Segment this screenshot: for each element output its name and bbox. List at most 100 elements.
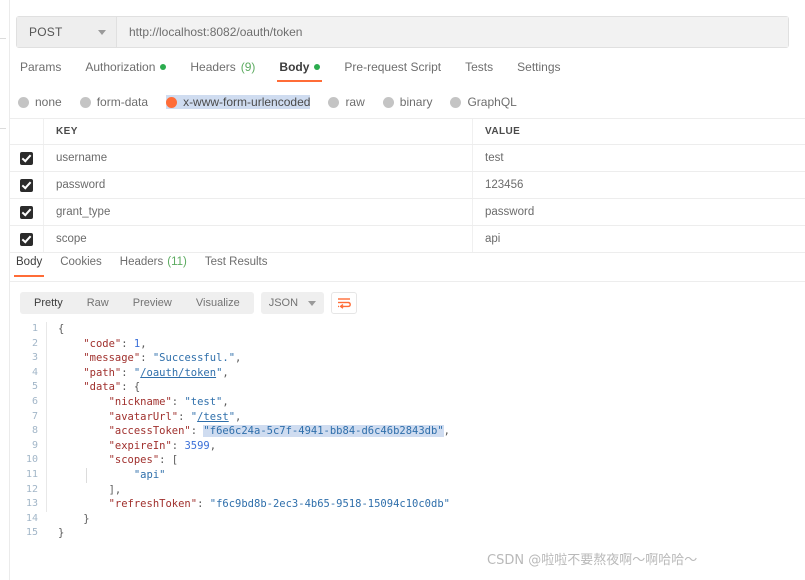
- body-type-form-data[interactable]: form-data: [79, 95, 149, 109]
- response-body-code[interactable]: 1{2 "code": 1, 3 "message": "Successful."…: [10, 322, 805, 560]
- row-checkbox[interactable]: [20, 232, 33, 246]
- line-number: 8: [31, 425, 38, 437]
- response-tab-test-results[interactable]: Test Results: [196, 256, 277, 276]
- code-token: ,: [140, 337, 147, 350]
- code-token: :: [140, 352, 153, 365]
- http-method-select[interactable]: POST: [17, 17, 117, 47]
- viewer-mode-raw[interactable]: Raw: [75, 293, 121, 313]
- body-type-x-www-form-urlencoded[interactable]: x-www-form-urlencoded: [166, 95, 311, 109]
- tab-count-badge: (9): [240, 60, 256, 74]
- tab-label: Tests: [465, 60, 494, 74]
- code-line-text[interactable]: "api": [46, 468, 805, 483]
- code-line: 15}: [10, 526, 805, 541]
- table-row: scope api: [10, 226, 805, 253]
- row-key-input[interactable]: username: [44, 145, 473, 171]
- code-token: "scopes": [108, 454, 160, 467]
- code-token: "data": [83, 381, 122, 394]
- tab-label: Pre-request Script: [344, 60, 442, 74]
- row-value-input[interactable]: test: [473, 145, 805, 171]
- code-line-text[interactable]: "expireIn": 3599,: [46, 439, 805, 454]
- tab-label: Authorization: [85, 60, 156, 74]
- request-tab-tests[interactable]: Tests: [453, 60, 505, 82]
- code-token: "test": [184, 395, 223, 408]
- code-token: ,: [235, 410, 242, 423]
- request-url-input[interactable]: http://localhost:8082/oauth/token: [117, 17, 788, 47]
- response-tab-cookies[interactable]: Cookies: [51, 256, 111, 276]
- line-number: 4: [31, 366, 38, 378]
- code-token: :: [171, 439, 185, 452]
- request-tab-params[interactable]: Params: [16, 60, 73, 82]
- code-line-text[interactable]: "message": "Successful.",: [46, 351, 805, 366]
- row-key-input[interactable]: scope: [44, 226, 473, 252]
- viewer-mode-group: Pretty Raw Preview Visualize: [20, 292, 254, 314]
- row-key-input[interactable]: password: [44, 172, 473, 198]
- row-checkbox[interactable]: [20, 205, 33, 219]
- response-tab-body[interactable]: Body: [10, 256, 51, 277]
- radio-icon: [328, 96, 340, 108]
- code-line-text[interactable]: "avatarUrl": "/test",: [46, 410, 805, 425]
- row-checkbox[interactable]: [20, 178, 33, 192]
- form-params-table: KEY VALUE username test password 123456 gran…: [10, 118, 805, 253]
- body-type-raw[interactable]: raw: [328, 95, 365, 109]
- code-line-text[interactable]: "refreshToken": "f6c9bd8b-2ec3-4b65-9518…: [46, 497, 805, 512]
- response-tabs: Body Cookies Headers (11) Test Results: [10, 256, 805, 282]
- tab-label: Body: [16, 256, 43, 268]
- body-type-none[interactable]: none: [18, 95, 62, 109]
- word-wrap-button[interactable]: [331, 292, 358, 314]
- code-token: ,: [222, 366, 229, 379]
- code-line-text[interactable]: "path": "/oauth/token",: [46, 366, 805, 381]
- row-checkbox-cell: [10, 172, 44, 198]
- tab-label: Test Results: [204, 256, 268, 268]
- code-line-text[interactable]: "code": 1,: [46, 337, 805, 352]
- viewer-mode-preview[interactable]: Preview: [121, 293, 184, 313]
- body-type-binary[interactable]: binary: [382, 95, 433, 109]
- header-check-cell: [10, 119, 44, 144]
- code-line-text[interactable]: ],: [46, 483, 805, 498]
- code-line: 3 "message": "Successful.",: [10, 351, 805, 366]
- code-line-text[interactable]: "accessToken": "f6e6c24a-5c7f-4941-bb84-…: [46, 424, 805, 439]
- code-line: 7 "avatarUrl": "/test",: [10, 410, 805, 425]
- postman-window: POST http://localhost:8082/oauth/token P…: [0, 0, 805, 580]
- response-tab-headers[interactable]: Headers (11): [111, 256, 196, 276]
- request-tab-authorization[interactable]: Authorization: [73, 60, 178, 82]
- line-number: 3: [31, 352, 38, 364]
- viewer-mode-visualize[interactable]: Visualize: [184, 293, 252, 313]
- request-tab-settings[interactable]: Settings: [505, 60, 572, 82]
- request-tab-headers[interactable]: Headers (9): [178, 60, 267, 82]
- code-token: "code": [83, 337, 122, 350]
- code-line: 13 "refreshToken": "f6c9bd8b-2ec3-4b65-9…: [10, 497, 805, 512]
- code-line-text[interactable]: "data": {: [46, 380, 805, 395]
- code-token: ],: [58, 483, 122, 496]
- tab-label: Cookies: [60, 256, 102, 268]
- row-value-input[interactable]: 123456: [473, 172, 805, 198]
- request-tab-pre-request-script[interactable]: Pre-request Script: [332, 60, 453, 82]
- code-line-text[interactable]: "nickname": "test",: [46, 395, 805, 410]
- line-number: 1: [31, 323, 38, 334]
- row-checkbox-cell: [10, 199, 44, 225]
- code-line-text[interactable]: }: [46, 526, 805, 541]
- code-line-text[interactable]: {: [46, 322, 805, 337]
- table-header-row: KEY VALUE: [10, 118, 805, 145]
- response-format-select[interactable]: JSON: [260, 292, 325, 314]
- row-value-input[interactable]: password: [473, 199, 805, 225]
- code-token: /test: [197, 410, 229, 423]
- tab-label: Headers: [119, 256, 164, 268]
- response-format-value: JSON: [268, 297, 299, 309]
- table-row: username test: [10, 145, 805, 172]
- code-line-text[interactable]: }: [46, 512, 805, 527]
- row-key-input[interactable]: grant_type: [44, 199, 473, 225]
- code-line-text[interactable]: "scopes": [: [46, 453, 805, 468]
- request-tab-body[interactable]: Body: [267, 60, 332, 82]
- viewer-mode-pretty[interactable]: Pretty: [22, 293, 75, 313]
- row-value-input[interactable]: api: [473, 226, 805, 252]
- row-checkbox[interactable]: [20, 151, 33, 165]
- code-token: :: [190, 425, 204, 438]
- body-type-label: binary: [399, 95, 433, 109]
- body-type-label: form-data: [96, 95, 149, 109]
- code-token: "api": [133, 468, 166, 481]
- chevron-down-icon: [98, 29, 106, 35]
- body-type-graphql[interactable]: GraphQL: [450, 95, 517, 109]
